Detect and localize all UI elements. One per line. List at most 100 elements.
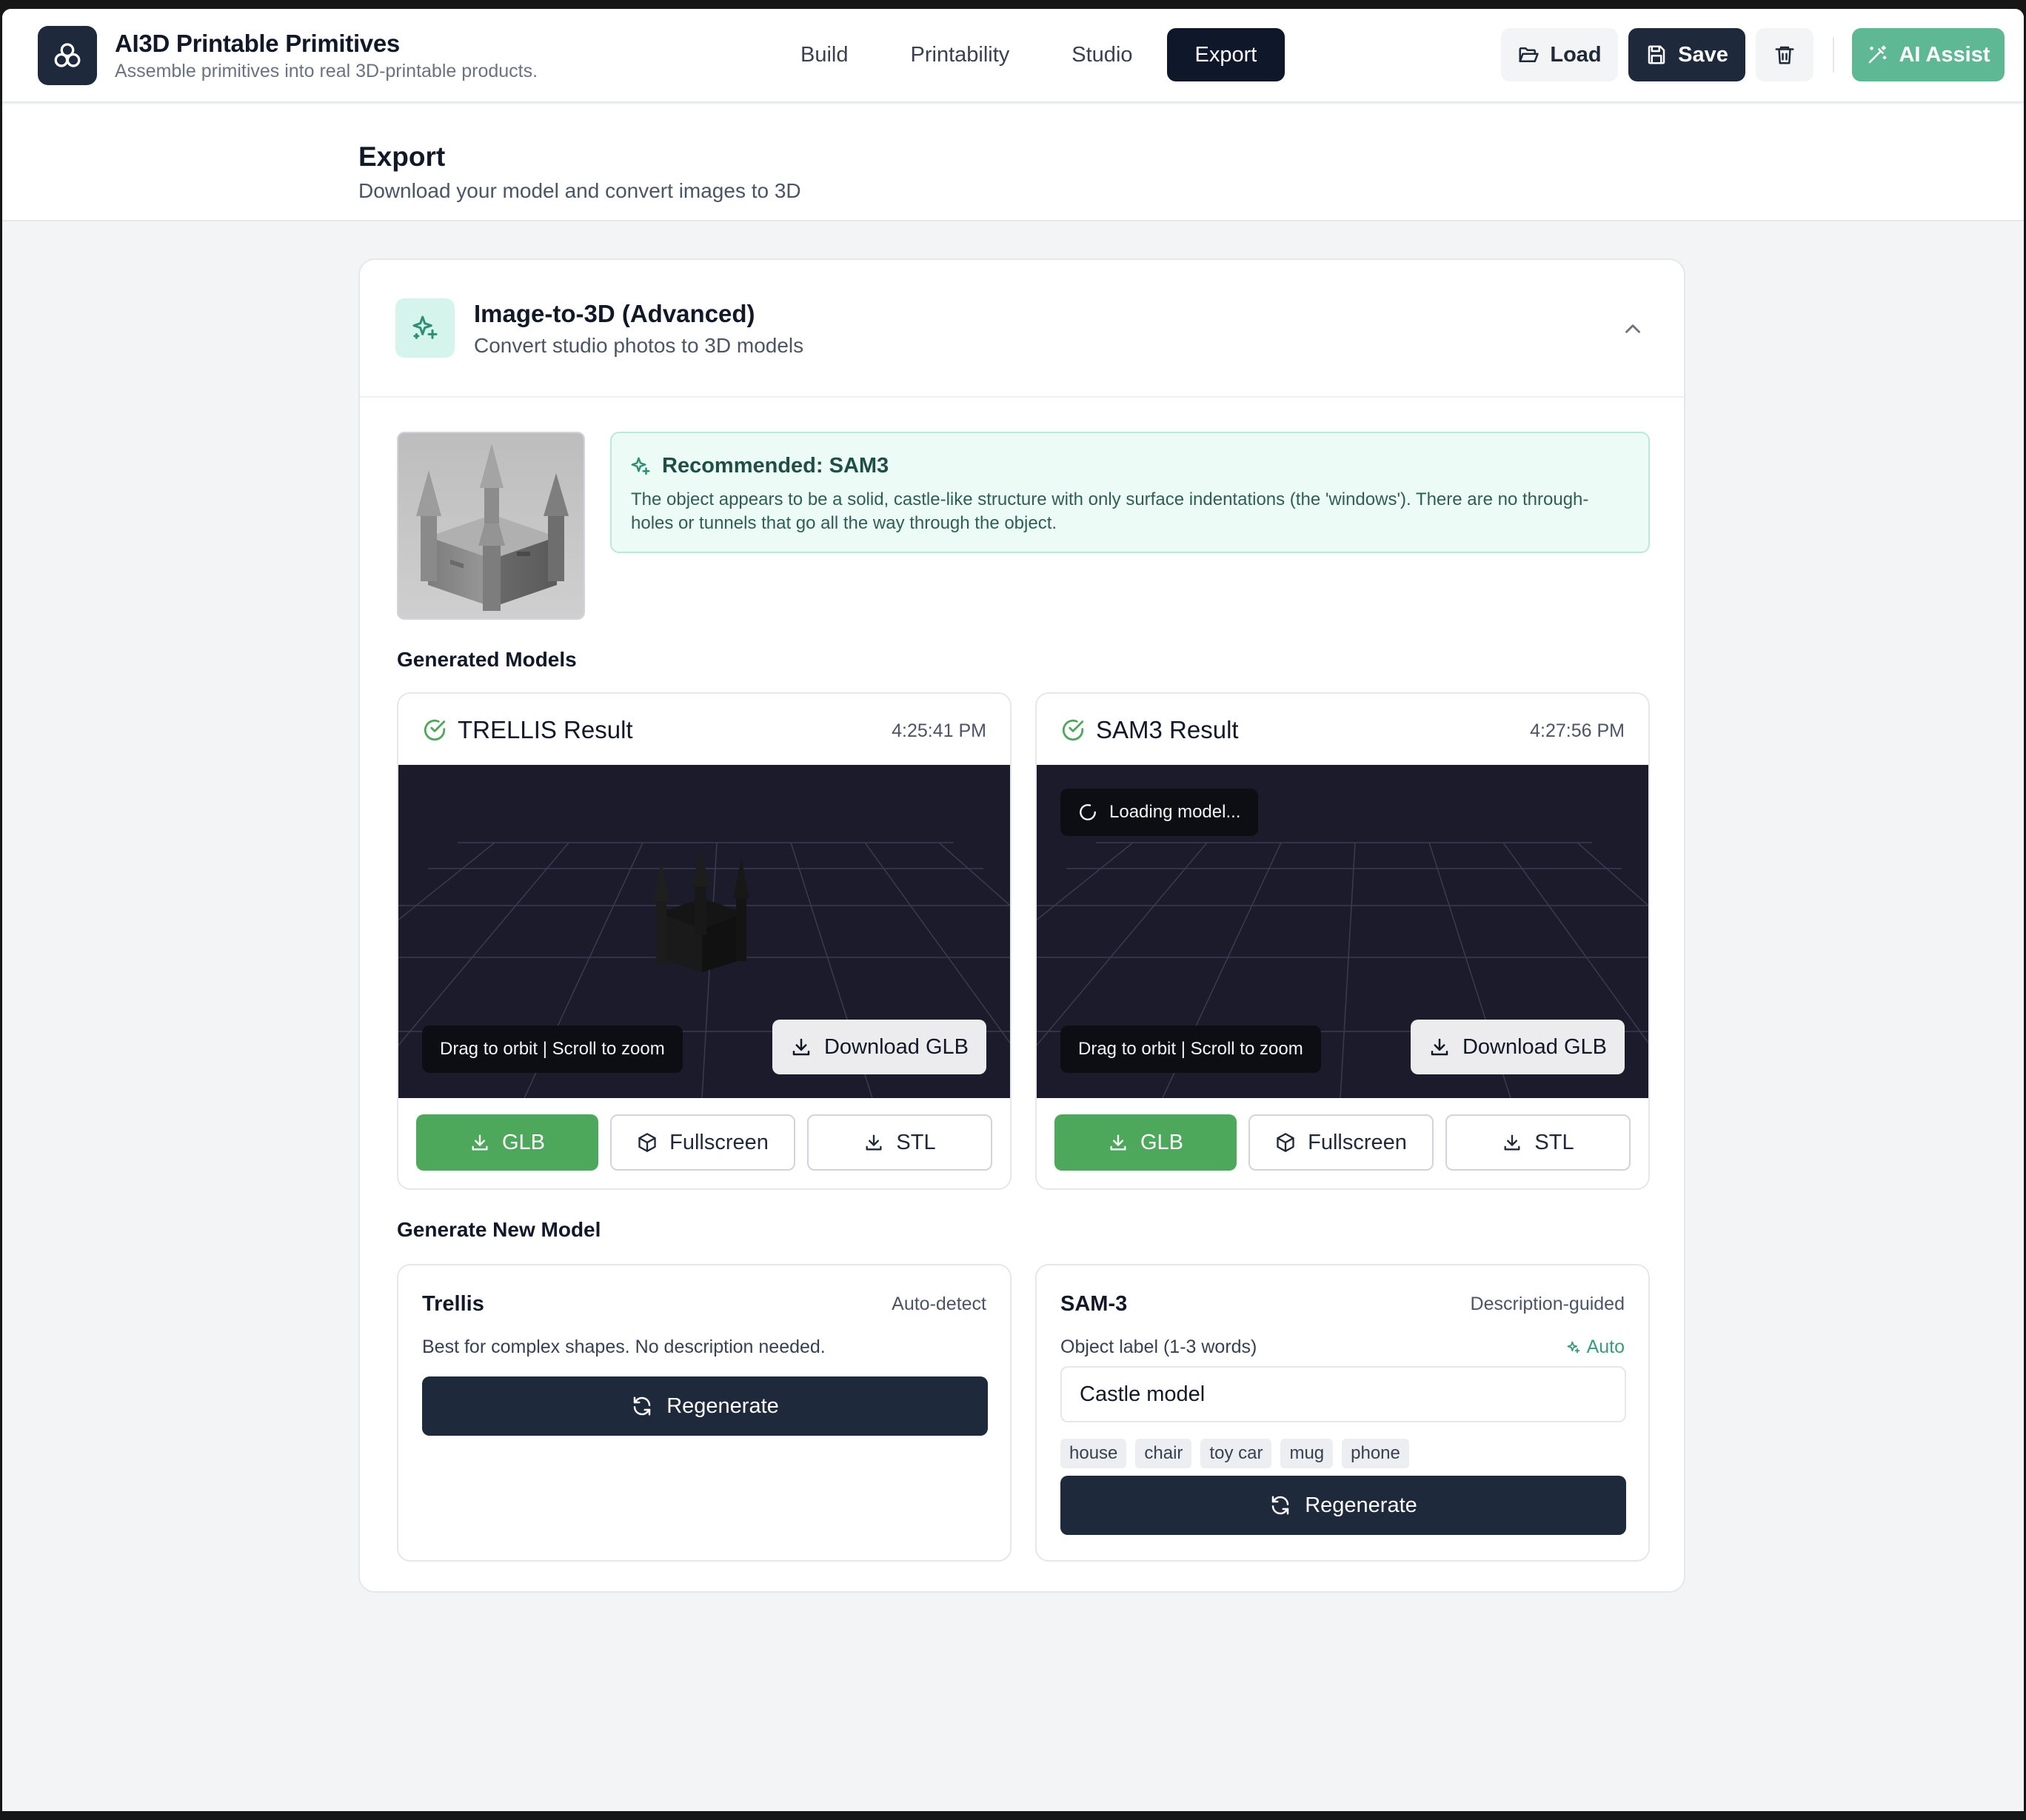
sparkles-icon <box>395 298 455 358</box>
load-button[interactable]: Load <box>1501 28 1618 81</box>
app-subtitle: Assemble primitives into real 3D-printab… <box>115 61 538 81</box>
result-timestamp: 4:27:56 PM <box>1530 720 1625 741</box>
result-timestamp: 4:25:41 PM <box>892 720 986 741</box>
chevron-up-icon[interactable] <box>1620 316 1645 341</box>
orbit-hint: Drag to orbit | Scroll to zoom <box>422 1026 683 1073</box>
recommendation-title: Recommended: SAM3 <box>662 454 889 478</box>
magic-wand-icon <box>1869 45 1887 64</box>
suggestion-chip[interactable]: mug <box>1280 1439 1334 1468</box>
download-icon <box>792 1038 810 1056</box>
refresh-icon <box>633 1396 651 1416</box>
load-label: Load <box>1550 42 1602 67</box>
suggestion-chip[interactable]: phone <box>1342 1439 1409 1468</box>
sam3-generate-card: SAM-3 Description-guided Object label (1… <box>1035 1264 1650 1562</box>
download-glb-button[interactable]: Download GLB <box>1410 1020 1625 1074</box>
result-actions: GLB Fullscreen STL <box>416 1114 992 1171</box>
sparkles-icon <box>1567 1341 1579 1354</box>
image-to-3d-card: Image-to-3D (Advanced) Convert studio ph… <box>358 258 1685 1593</box>
stl-button[interactable]: STL <box>807 1114 992 1171</box>
glb-label: GLB <box>501 1130 546 1154</box>
tab-export[interactable]: Export <box>1166 28 1286 81</box>
generate-new-heading: Generate New Model <box>397 1218 601 1241</box>
ai-assist-label: AI Assist <box>1899 42 1990 67</box>
recommendation-box: Recommended: SAM3 The object appears to … <box>610 432 1650 553</box>
page-title: Export <box>358 141 446 172</box>
ai-assist-button[interactable]: AI Assist <box>1852 28 2005 81</box>
download-glb-label: Download GLB <box>1462 1034 1607 1059</box>
generated-models-heading: Generated Models <box>397 648 577 671</box>
result-actions: GLB Fullscreen STL <box>1054 1114 1631 1171</box>
suggestion-chips: house chair toy car mug phone <box>1060 1439 1409 1468</box>
refresh-icon <box>1271 1496 1289 1515</box>
result-title: TRELLIS Result <box>458 716 633 743</box>
recommendation-text: The object appears to be a solid, castle… <box>631 489 1589 533</box>
header-divider <box>1833 37 1834 73</box>
main-nav: Build Printability Studio Export <box>772 28 1286 81</box>
app-logo-icon <box>38 26 97 85</box>
result-title: SAM3 Result <box>1096 716 1239 743</box>
app-window: AI3D Printable Primitives Assemble primi… <box>2 9 2024 1811</box>
sam3-result-card: SAM3 Result 4:27:56 PM Loading model... … <box>1035 692 1650 1190</box>
stl-label: STL <box>1534 1130 1574 1154</box>
top-bar: AI3D Printable Primitives Assemble primi… <box>2 9 2024 103</box>
download-glb-button[interactable]: Download GLB <box>772 1020 986 1074</box>
model-viewport[interactable]: Drag to orbit | Scroll to zoom Download … <box>398 765 1010 1098</box>
section-header[interactable]: Image-to-3D (Advanced) Convert studio ph… <box>360 260 1684 398</box>
section-subtitle: Convert studio photos to 3D models <box>474 334 804 357</box>
object-label-input[interactable] <box>1060 1366 1626 1422</box>
tab-printability[interactable]: Printability <box>883 28 1038 81</box>
glb-label: GLB <box>1140 1130 1184 1154</box>
check-circle-icon <box>424 719 446 741</box>
trellis-regenerate-button[interactable]: Regenerate <box>422 1376 988 1436</box>
orbit-hint: Drag to orbit | Scroll to zoom <box>1060 1026 1321 1073</box>
trellis-generate-card: Trellis Auto-detect Best for complex sha… <box>397 1264 1012 1562</box>
save-button[interactable]: Save <box>1628 28 1745 81</box>
page-subtitle: Download your model and convert images t… <box>358 179 801 202</box>
download-icon <box>866 1134 882 1151</box>
save-label: Save <box>1678 42 1728 67</box>
model-viewport[interactable]: Loading model... Drag to orbit | Scroll … <box>1037 765 1648 1098</box>
stl-button[interactable]: STL <box>1445 1114 1631 1171</box>
section-title: Image-to-3D (Advanced) <box>474 300 755 327</box>
loading-text: Loading model... <box>1109 802 1241 822</box>
stl-label: STL <box>896 1130 936 1154</box>
cube-icon <box>1277 1133 1294 1152</box>
object-label-caption: Object label (1-3 words) <box>1060 1336 1257 1357</box>
glb-button[interactable]: GLB <box>1054 1114 1237 1171</box>
suggestion-chip[interactable]: house <box>1060 1439 1127 1468</box>
check-circle-icon <box>1062 719 1084 741</box>
auto-label: Auto <box>1586 1336 1625 1357</box>
fullscreen-label: Fullscreen <box>1308 1130 1407 1154</box>
trellis-result-card: TRELLIS Result 4:25:41 PM Drag to orbit … <box>397 692 1012 1190</box>
tab-studio[interactable]: Studio <box>1043 28 1160 81</box>
suggestion-chip[interactable]: chair <box>1135 1439 1192 1468</box>
regenerate-label: Regenerate <box>666 1394 779 1418</box>
auto-label-button[interactable]: Auto <box>1566 1336 1625 1358</box>
spinner-icon <box>1080 804 1096 820</box>
tab-build[interactable]: Build <box>772 28 877 81</box>
trellis-title: Trellis <box>422 1292 484 1316</box>
delete-button[interactable] <box>1756 28 1813 81</box>
trellis-mode-tag: Auto-detect <box>892 1294 986 1314</box>
page-header: Export Download your model and convert i… <box>2 104 2024 221</box>
download-icon <box>1431 1038 1448 1056</box>
fullscreen-label: Fullscreen <box>669 1130 769 1154</box>
download-icon <box>1504 1134 1520 1151</box>
sam3-title: SAM-3 <box>1060 1292 1128 1316</box>
sam3-mode-tag: Description-guided <box>1470 1294 1625 1314</box>
sam3-regenerate-button[interactable]: Regenerate <box>1060 1476 1626 1535</box>
suggestion-chip[interactable]: toy car <box>1200 1439 1272 1468</box>
download-icon <box>1110 1134 1126 1151</box>
app-title: AI3D Printable Primitives <box>115 30 400 57</box>
sparkles-icon <box>631 457 650 475</box>
source-image-thumbnail[interactable] <box>397 432 585 620</box>
folder-open-icon <box>1519 47 1539 62</box>
fullscreen-button[interactable]: Fullscreen <box>610 1114 795 1171</box>
save-icon <box>1648 45 1665 64</box>
regenerate-label: Regenerate <box>1305 1493 1417 1517</box>
glb-button[interactable]: GLB <box>416 1114 598 1171</box>
download-glb-label: Download GLB <box>823 1034 969 1059</box>
fullscreen-button[interactable]: Fullscreen <box>1248 1114 1434 1171</box>
loading-indicator: Loading model... <box>1060 789 1259 836</box>
download-icon <box>472 1134 488 1151</box>
